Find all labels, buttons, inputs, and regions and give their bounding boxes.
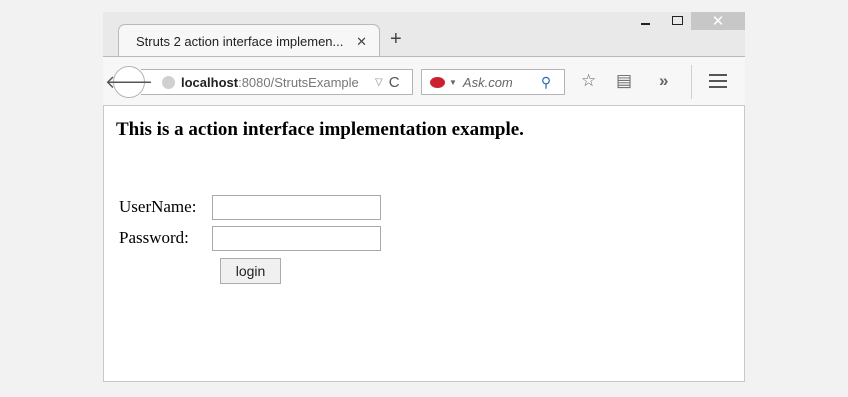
url-text[interactable]: localhost:8080/StrutsExample bbox=[181, 75, 371, 90]
page-content: This is a action interface implementatio… bbox=[103, 105, 745, 382]
hamburger-menu-icon[interactable] bbox=[709, 74, 727, 92]
url-host: localhost bbox=[181, 74, 239, 90]
back-arrow-icon: 🡐 bbox=[104, 71, 154, 92]
new-tab-button[interactable]: + bbox=[390, 29, 402, 49]
login-button[interactable]: login bbox=[220, 258, 281, 284]
browser-window: ✕ Struts 2 action interface implemen... … bbox=[103, 12, 745, 382]
minimize-icon bbox=[640, 23, 650, 25]
close-window-button[interactable]: ✕ bbox=[691, 12, 745, 30]
search-bar[interactable]: ▼ Ask.com ⚲ bbox=[421, 69, 565, 95]
back-button[interactable]: 🡐 bbox=[105, 66, 153, 98]
username-field[interactable] bbox=[212, 195, 381, 220]
username-label: UserName: bbox=[119, 197, 197, 216]
maximize-button[interactable] bbox=[665, 12, 689, 30]
globe-icon bbox=[162, 75, 175, 89]
close-icon: ✕ bbox=[711, 13, 725, 30]
magnifier-icon[interactable]: ⚲ bbox=[541, 74, 551, 91]
search-input[interactable]: Ask.com bbox=[463, 75, 541, 90]
address-bar[interactable]: localhost:8080/StrutsExample ▽ C bbox=[141, 69, 413, 95]
navigation-toolbar: localhost:8080/StrutsExample ▽ C 🡐 ▼ Ask… bbox=[103, 56, 745, 106]
browser-tab[interactable]: Struts 2 action interface implemen... ✕ bbox=[118, 24, 380, 57]
star-icon[interactable]: ☆ bbox=[581, 71, 596, 91]
minimize-button[interactable] bbox=[633, 12, 657, 30]
url-dropdown-icon[interactable]: ▽ bbox=[375, 77, 383, 88]
password-label: Password: bbox=[119, 228, 189, 247]
tab-title: Struts 2 action interface implemen... bbox=[136, 33, 344, 49]
ask-logo-icon[interactable] bbox=[430, 76, 445, 88]
page-heading: This is a action interface implementatio… bbox=[116, 119, 524, 140]
reload-icon[interactable]: C bbox=[389, 74, 400, 91]
maximize-icon bbox=[671, 15, 683, 25]
reading-list-icon[interactable]: ▤ bbox=[616, 71, 632, 91]
chevron-double-right-icon[interactable]: » bbox=[659, 71, 668, 91]
password-field[interactable] bbox=[212, 226, 381, 251]
url-path: :8080/StrutsExample bbox=[238, 74, 359, 90]
toolbar-divider bbox=[691, 65, 692, 99]
search-engine-dropdown-icon[interactable]: ▼ bbox=[449, 78, 457, 87]
tab-close-icon[interactable]: ✕ bbox=[356, 34, 367, 50]
